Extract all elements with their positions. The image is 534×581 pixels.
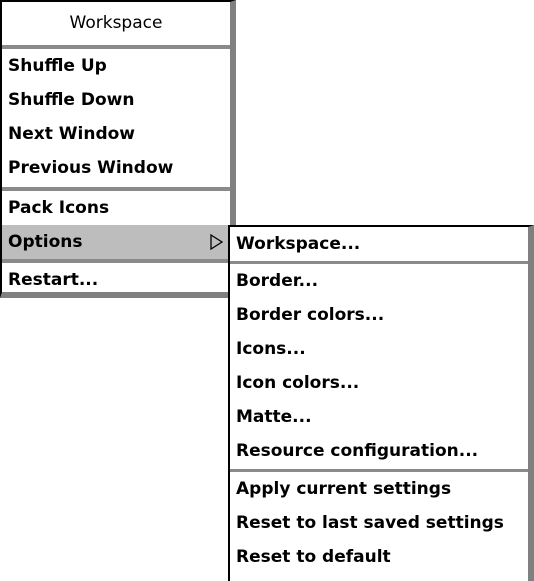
submenu-item-apply-current-settings[interactable]: Apply current settings bbox=[230, 472, 528, 506]
menu-item-restart[interactable]: Restart... bbox=[2, 263, 230, 297]
submenu-item-matte[interactable]: Matte... bbox=[230, 400, 528, 434]
submenu-item-reset-to-last-saved[interactable]: Reset to last saved settings bbox=[230, 506, 528, 540]
options-submenu: Workspace... Border... Border colors... … bbox=[228, 225, 534, 581]
menu-item-shuffle-down[interactable]: Shuffle Down bbox=[2, 83, 230, 117]
submenu-item-workspace[interactable]: Workspace... bbox=[230, 227, 528, 261]
menu-item-pack-icons[interactable]: Pack Icons bbox=[2, 191, 230, 225]
menu-item-shuffle-up[interactable]: Shuffle Up bbox=[2, 49, 230, 83]
menu-title: Workspace bbox=[69, 13, 163, 33]
menu-item-previous-window[interactable]: Previous Window bbox=[2, 151, 230, 185]
menu-item-options[interactable]: Options bbox=[2, 225, 230, 259]
submenu-item-icon-colors[interactable]: Icon colors... bbox=[230, 366, 528, 400]
submenu-item-icons[interactable]: Icons... bbox=[230, 332, 528, 366]
submenu-arrow-icon bbox=[210, 234, 224, 250]
menu-item-next-window[interactable]: Next Window bbox=[2, 117, 230, 151]
submenu-item-border[interactable]: Border... bbox=[230, 264, 528, 298]
menu-item-label: Options bbox=[8, 232, 83, 252]
submenu-item-reset-to-default[interactable]: Reset to default bbox=[230, 540, 528, 574]
submenu-item-resource-configuration[interactable]: Resource configuration... bbox=[230, 434, 528, 468]
workspace-menu: Workspace Shuffle Up Shuffle Down Next W… bbox=[0, 0, 236, 298]
submenu-item-border-colors[interactable]: Border colors... bbox=[230, 298, 528, 332]
